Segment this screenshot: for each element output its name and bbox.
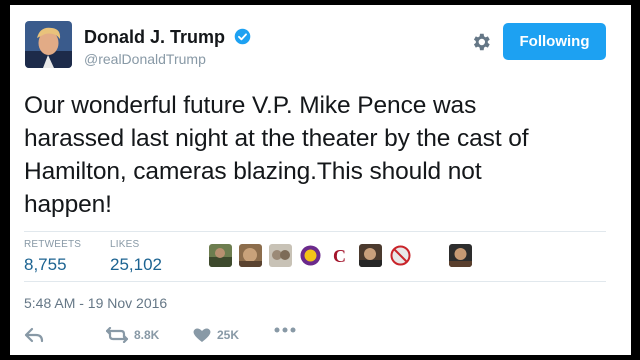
liker-avatar[interactable] (359, 244, 382, 267)
avatar-image (25, 21, 72, 68)
tweet-text-line: Hamilton, cameras blazing.This should no… (24, 158, 482, 185)
gear-icon[interactable] (470, 31, 492, 53)
stats-top-divider (24, 231, 606, 232)
liker-avatar[interactable]: C (329, 244, 352, 267)
tweet-text-line: happen! (24, 191, 112, 218)
display-name[interactable]: Donald J. Trump (84, 27, 251, 48)
tweet-text-line: Our wonderful future V.P. Mike Pence was (24, 92, 477, 119)
more-icon (274, 327, 296, 333)
avatar[interactable] (25, 21, 72, 68)
likes-count[interactable]: 25,102 (110, 255, 162, 275)
reply-button[interactable] (24, 327, 44, 343)
liker-avatar[interactable] (449, 244, 472, 267)
liker-avatar[interactable] (209, 244, 232, 267)
reply-icon (24, 327, 44, 343)
tweet-card: Donald J. Trump @realDonaldTrump Followi… (10, 5, 631, 355)
following-button[interactable]: Following (503, 23, 606, 60)
retweet-count: 8.8K (134, 328, 160, 342)
more-button[interactable] (274, 327, 296, 333)
tweet-text: Our wonderful future V.P. Mike Pence was… (24, 89, 619, 221)
like-button[interactable]: 25K (193, 327, 239, 343)
liker-avatar[interactable] (269, 244, 292, 267)
stats-bottom-divider (24, 281, 606, 282)
liker-avatar[interactable] (239, 244, 262, 267)
svg-text:C: C (333, 246, 346, 266)
liker-avatar[interactable] (389, 244, 412, 267)
display-name-text: Donald J. Trump (84, 27, 226, 47)
user-handle[interactable]: @realDonaldTrump (84, 51, 206, 67)
liker-avatar[interactable] (299, 244, 322, 267)
tweet-text-line: harassed last night at the theater by th… (24, 125, 529, 152)
verified-badge-icon (234, 28, 251, 45)
retweets-count[interactable]: 8,755 (24, 255, 67, 275)
likes-label: LIKES (110, 239, 140, 250)
retweet-button[interactable]: 8.8K (106, 327, 159, 343)
retweet-icon (106, 327, 128, 343)
heart-icon (193, 328, 211, 342)
like-count: 25K (217, 328, 240, 342)
tweet-timestamp[interactable]: 5:48 AM - 19 Nov 2016 (24, 295, 167, 311)
retweets-label: RETWEETS (24, 239, 82, 250)
